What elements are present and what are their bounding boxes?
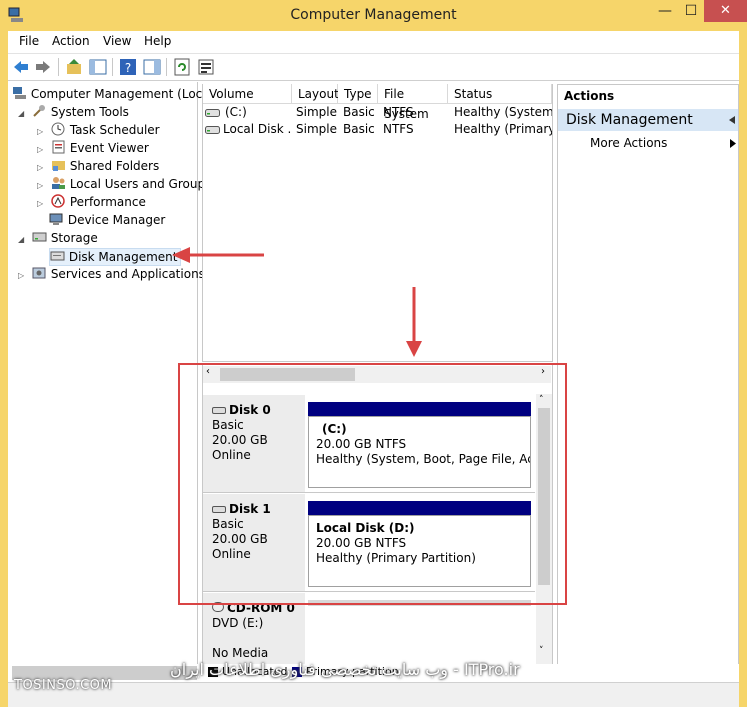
toolbar-separator xyxy=(58,58,59,76)
submenu-arrow-icon xyxy=(730,139,736,148)
tree-item-label: Shared Folders xyxy=(69,159,160,173)
device-manager-icon xyxy=(49,213,63,225)
tree-item-label: Event Viewer xyxy=(69,141,149,155)
column-header-layout[interactable]: Layout xyxy=(292,84,339,104)
tree-item-label: Task Scheduler xyxy=(69,123,160,137)
cdrom-drive: DVD (E:) xyxy=(212,616,264,630)
collapse-section-icon[interactable] xyxy=(728,115,736,125)
users-icon xyxy=(51,177,65,189)
actions-pane xyxy=(557,84,739,668)
scroll-down-icon[interactable]: ˅ xyxy=(539,646,544,656)
computer-management-icon xyxy=(13,87,26,99)
tree-item-label: Disk Management xyxy=(68,250,178,264)
volume-type: Basic xyxy=(343,105,375,119)
clock-icon xyxy=(51,122,65,136)
collapse-icon[interactable]: ◢ xyxy=(18,235,24,244)
expand-icon[interactable]: ▷ xyxy=(37,127,43,136)
back-icon[interactable] xyxy=(12,58,30,76)
arrow-down-icon xyxy=(406,287,422,357)
arrow-left-icon xyxy=(172,247,264,263)
more-actions-link[interactable]: More Actions xyxy=(590,136,667,150)
volume-name: Local Disk ... xyxy=(223,122,291,136)
show-hide-tree-icon[interactable] xyxy=(89,58,107,76)
tree-item-root[interactable]: Computer Management (Local xyxy=(12,86,213,104)
tools-icon xyxy=(33,105,45,117)
services-icon xyxy=(32,267,46,279)
storage-icon xyxy=(32,232,47,242)
tree-item-label: Device Manager xyxy=(67,213,166,227)
volume-file-system: NTFS xyxy=(383,122,414,136)
expand-icon[interactable]: ▷ xyxy=(37,145,43,154)
expand-icon[interactable]: ▷ xyxy=(37,163,43,172)
tree-item-storage[interactable]: ◢ Storage xyxy=(18,230,98,248)
menu-view[interactable]: View xyxy=(103,34,131,48)
column-header-status[interactable]: Status xyxy=(448,84,552,104)
watermark-itpro: وب سایت تخصصی فناوری اطلاعات ایران - ITP… xyxy=(170,660,520,679)
tree-item-task-scheduler[interactable]: ▷ Task Scheduler xyxy=(37,122,160,140)
watermark-tosinso: TOSINSO.COM xyxy=(14,678,113,693)
volume-status: Healthy (Primary P xyxy=(454,122,552,136)
minimize-button[interactable]: — xyxy=(652,0,678,22)
shared-folder-icon xyxy=(51,161,65,171)
status-bar xyxy=(8,682,739,707)
tree-item-device-manager[interactable]: Device Manager xyxy=(49,212,165,230)
event-log-icon xyxy=(52,140,65,154)
toolbar-separator xyxy=(112,58,113,76)
tree-item-label: Services and Applications xyxy=(50,267,205,281)
menu-help[interactable]: Help xyxy=(144,34,171,48)
expand-icon[interactable]: ▷ xyxy=(37,199,43,208)
tree-item-system-tools[interactable]: ◢ System Tools xyxy=(18,104,129,122)
tree-item-label: Storage xyxy=(50,231,98,245)
help-icon[interactable]: ? xyxy=(119,58,137,76)
volume-layout: Simple xyxy=(296,105,337,119)
forward-icon[interactable] xyxy=(34,58,52,76)
performance-icon xyxy=(51,194,65,208)
tree-item-disk-management[interactable]: Disk Management xyxy=(49,248,182,266)
tree-item-label: System Tools xyxy=(50,105,129,119)
tree-item-services[interactable]: ▷ Services and Applications xyxy=(18,266,205,284)
volume-status: Healthy (System, B xyxy=(454,105,552,119)
highlight-box xyxy=(178,363,567,605)
tree-item-shared-folders[interactable]: ▷ Shared Folders xyxy=(37,158,159,176)
refresh-icon[interactable] xyxy=(173,58,191,76)
volume-type: Basic xyxy=(343,122,375,136)
menu-file[interactable]: File xyxy=(19,34,39,48)
expand-icon[interactable]: ▷ xyxy=(18,271,24,280)
volume-name: (C:) xyxy=(225,105,247,119)
actions-header: Actions xyxy=(558,86,738,106)
column-header-type[interactable]: Type xyxy=(338,84,378,104)
maximize-button[interactable]: ☐ xyxy=(678,0,704,22)
tree-item-event-viewer[interactable]: ▷ Event Viewer xyxy=(37,140,149,158)
window-title: Computer Management xyxy=(290,7,457,23)
show-action-pane-icon[interactable] xyxy=(143,58,161,76)
cdrom-media: No Media xyxy=(212,646,269,660)
tree-item-local-users[interactable]: ▷ Local Users and Groups xyxy=(37,176,211,194)
column-header-volume[interactable]: Volume xyxy=(203,84,292,104)
tree-item-label: Computer Management (Local xyxy=(30,87,213,101)
tree-item-label: Local Users and Groups xyxy=(69,177,212,191)
toolbar xyxy=(8,53,739,81)
collapse-icon[interactable]: ◢ xyxy=(18,109,24,118)
volume-layout: Simple xyxy=(296,122,337,136)
actions-section-disk-management[interactable]: Disk Management xyxy=(558,109,738,131)
properties-icon[interactable] xyxy=(197,58,215,76)
toolbar-separator xyxy=(166,58,167,76)
drive-icon xyxy=(205,126,220,134)
up-folder-icon[interactable] xyxy=(65,58,83,76)
disk-management-icon xyxy=(50,251,65,261)
volume-file-system: NTFS xyxy=(383,105,414,119)
close-button[interactable]: ✕ xyxy=(704,0,747,22)
tree-item-label: Performance xyxy=(69,195,146,209)
svg-text:?: ? xyxy=(125,61,131,75)
drive-icon xyxy=(205,109,220,117)
column-header-file-system[interactable]: File System xyxy=(378,84,448,121)
expand-icon[interactable]: ▷ xyxy=(37,181,43,190)
tree-item-performance[interactable]: ▷ Performance xyxy=(37,194,146,212)
menu-action[interactable]: Action xyxy=(52,34,90,48)
